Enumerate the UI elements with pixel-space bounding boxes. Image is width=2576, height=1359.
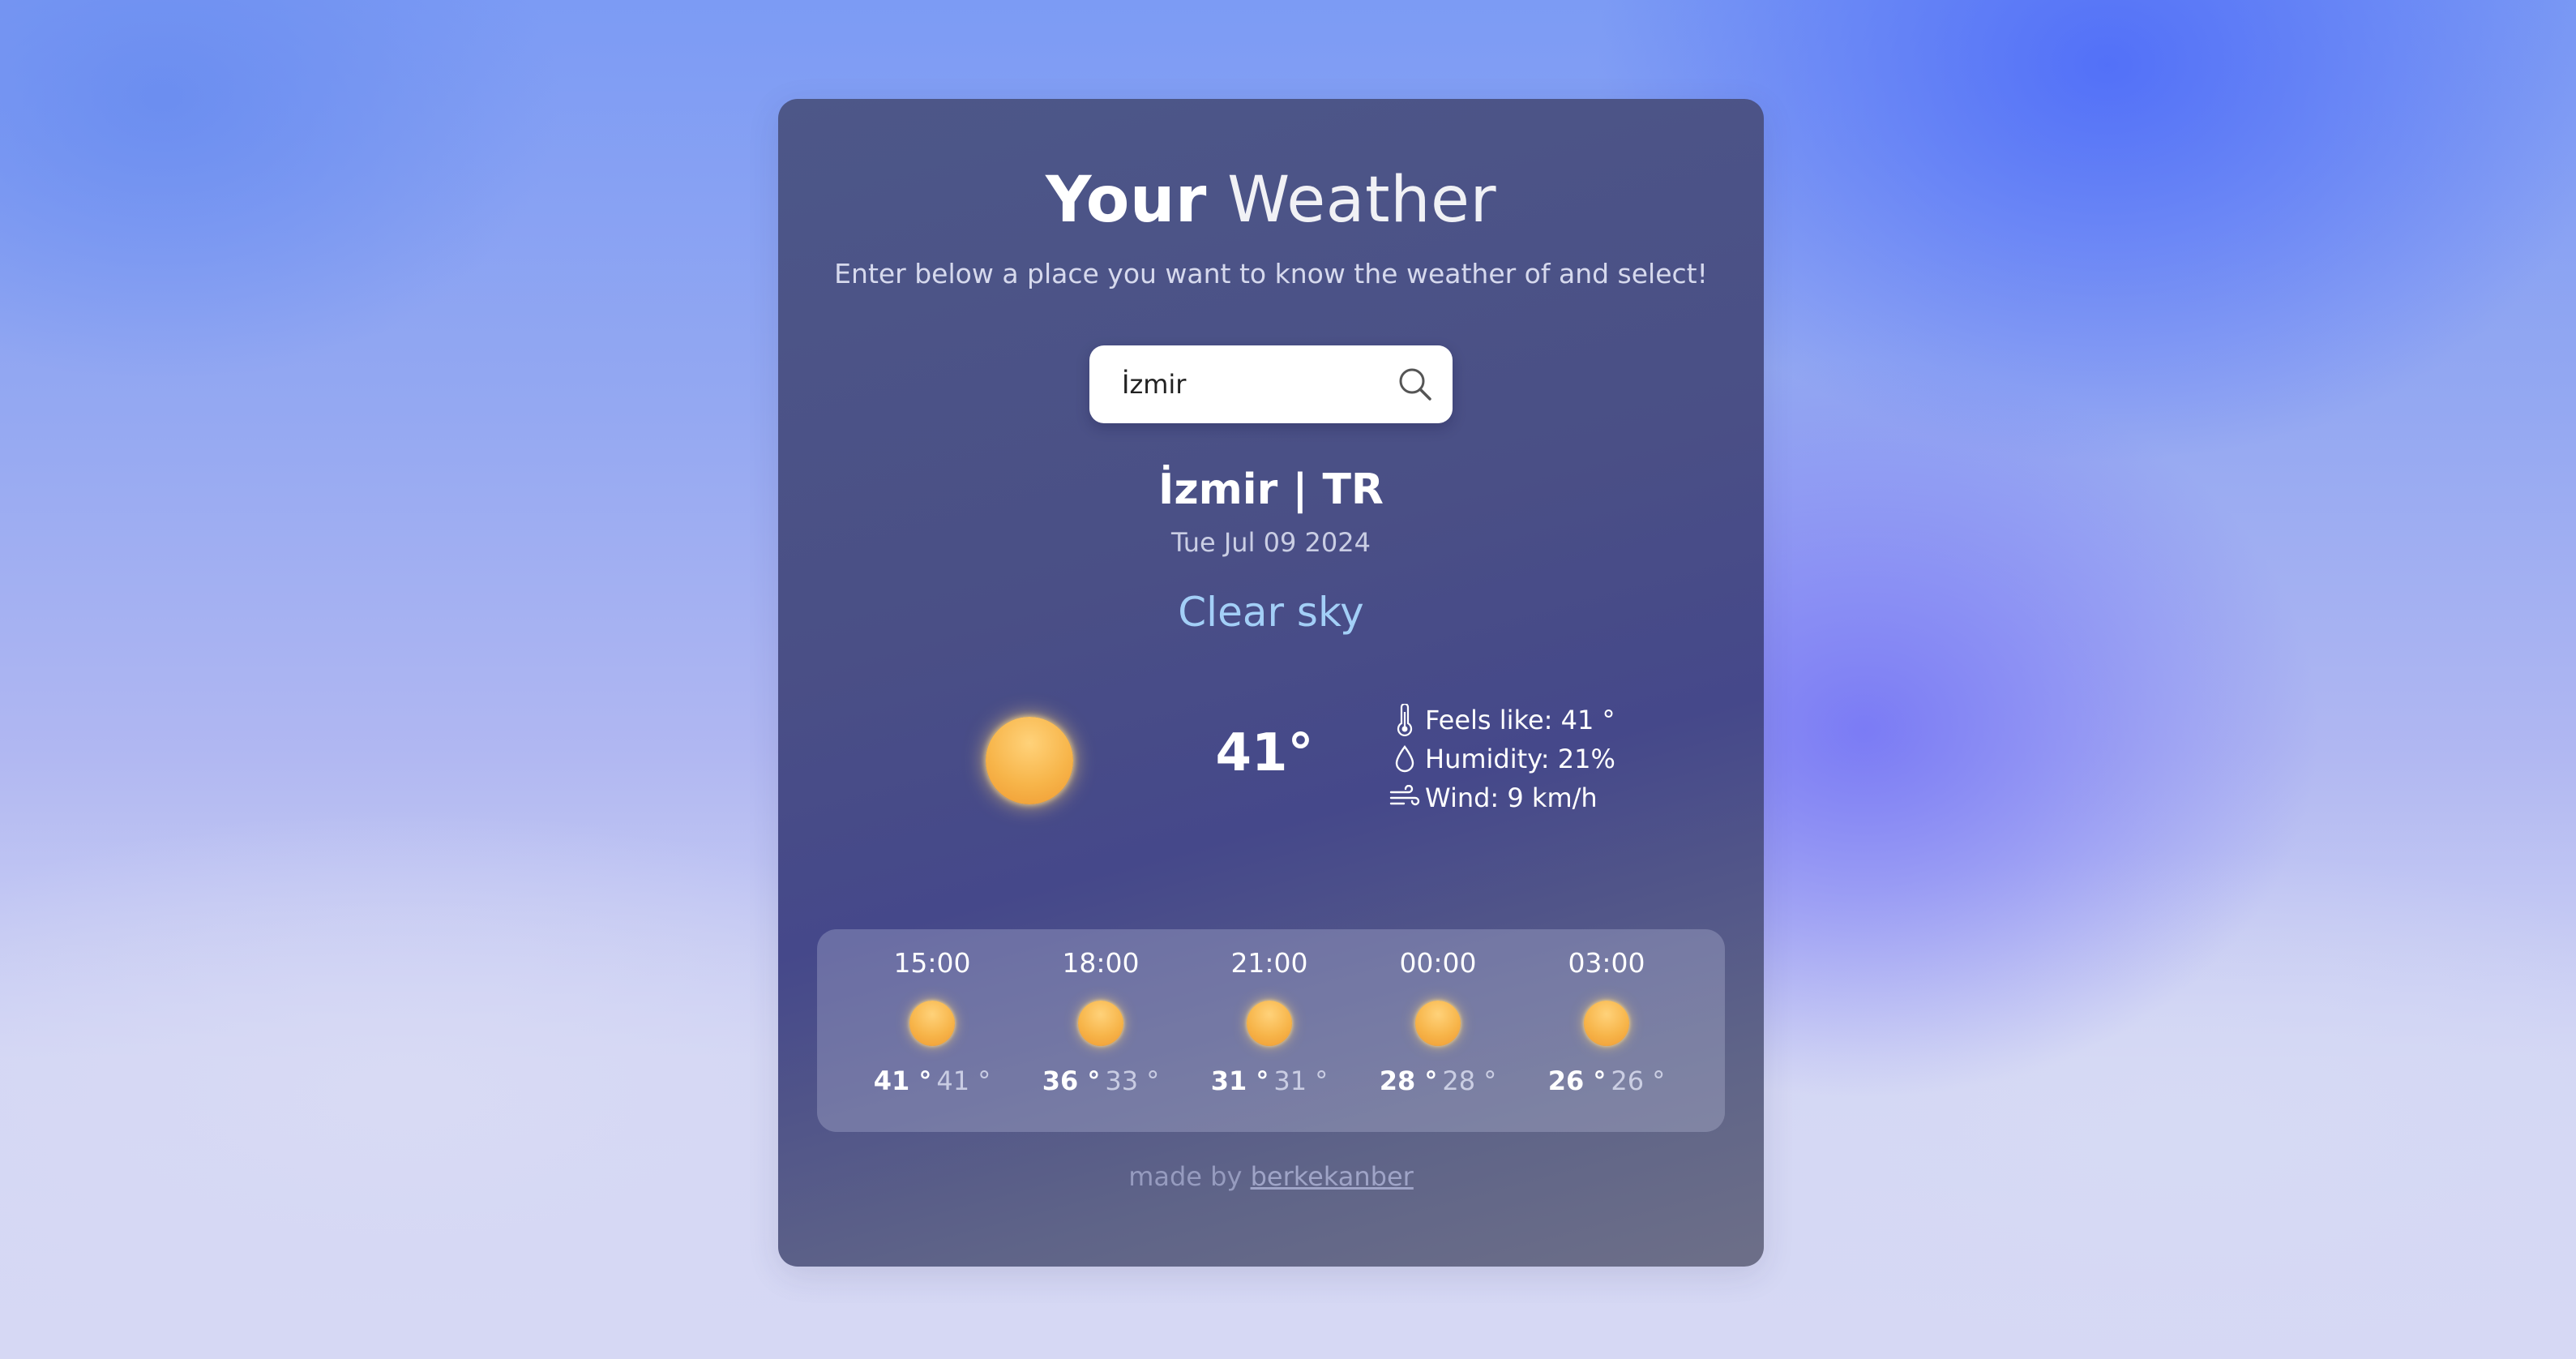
location-title: İzmir | TR bbox=[1158, 465, 1384, 514]
page-subtitle: Enter below a place you want to know the… bbox=[834, 258, 1708, 289]
forecast-item: 18:00 36 ° 33 ° bbox=[1020, 929, 1182, 1132]
forecast-max: 28 ° bbox=[1379, 1065, 1438, 1096]
feels-like-row: Feels like: 41 ° bbox=[1389, 701, 1615, 740]
sun-icon bbox=[1415, 1001, 1461, 1046]
forecast-temps: 41 ° 41 ° bbox=[851, 1065, 1013, 1096]
forecast-min: 28 ° bbox=[1442, 1065, 1497, 1096]
forecast-max: 41 ° bbox=[873, 1065, 932, 1096]
forecast-temps: 36 ° 33 ° bbox=[1020, 1065, 1182, 1096]
forecast-min: 33 ° bbox=[1105, 1065, 1160, 1096]
sun-icon bbox=[1584, 1001, 1629, 1046]
sun-icon bbox=[909, 1001, 955, 1046]
search-button[interactable] bbox=[1396, 365, 1435, 404]
forecast-max: 36 ° bbox=[1042, 1065, 1101, 1096]
current-temperature: 41° bbox=[1215, 723, 1314, 783]
forecast-min: 26 ° bbox=[1611, 1065, 1666, 1096]
forecast-time: 00:00 bbox=[1399, 947, 1477, 979]
footer-prefix: made by bbox=[1128, 1161, 1243, 1192]
footer-credit: made by berkekanber bbox=[778, 1161, 1764, 1192]
droplet-icon bbox=[1389, 743, 1420, 775]
weather-condition: Clear sky bbox=[1178, 589, 1364, 636]
forecast-item: 00:00 28 ° 28 ° bbox=[1357, 929, 1519, 1132]
forecast-time: 18:00 bbox=[1062, 947, 1140, 979]
sun-icon bbox=[1247, 1001, 1292, 1046]
forecast-temps: 28 ° 28 ° bbox=[1357, 1065, 1519, 1096]
wind-text: Wind: 9 km/h bbox=[1425, 782, 1598, 813]
forecast-time: 15:00 bbox=[893, 947, 971, 979]
forecast-max: 31 ° bbox=[1210, 1065, 1269, 1096]
current-date: Tue Jul 09 2024 bbox=[1171, 527, 1371, 558]
hourly-forecast: 15:00 41 ° 41 ° 18:00 36 ° 33 ° 21:00 31 °… bbox=[817, 929, 1725, 1132]
forecast-max: 26 ° bbox=[1547, 1065, 1607, 1096]
author-link[interactable]: berkekanber bbox=[1251, 1161, 1414, 1192]
search-icon bbox=[1399, 368, 1431, 401]
forecast-temps: 26 ° 26 ° bbox=[1525, 1065, 1688, 1096]
forecast-min: 41 ° bbox=[936, 1065, 991, 1096]
feels-like-text: Feels like: 41 ° bbox=[1425, 705, 1615, 735]
sun-icon bbox=[986, 717, 1073, 804]
weather-card: Your Weather Enter below a place you wan… bbox=[778, 99, 1764, 1267]
sun-icon bbox=[1078, 1001, 1123, 1046]
forecast-item: 15:00 41 ° 41 ° bbox=[851, 929, 1013, 1132]
humidity-row: Humidity: 21% bbox=[1389, 740, 1615, 778]
search-input[interactable] bbox=[1122, 360, 1381, 409]
forecast-temps: 31 ° 31 ° bbox=[1188, 1065, 1350, 1096]
forecast-item: 03:00 26 ° 26 ° bbox=[1525, 929, 1688, 1132]
title-light: Weather bbox=[1227, 164, 1497, 237]
humidity-text: Humidity: 21% bbox=[1425, 744, 1615, 774]
forecast-min: 31 ° bbox=[1273, 1065, 1329, 1096]
title-bold: Your bbox=[1045, 164, 1207, 237]
weather-details: Feels like: 41 ° Humidity: 21% Wind: 9 k… bbox=[1389, 701, 1615, 817]
thermometer-icon bbox=[1389, 704, 1420, 736]
wind-row: Wind: 9 km/h bbox=[1389, 778, 1615, 817]
wind-icon bbox=[1389, 782, 1420, 814]
forecast-time: 21:00 bbox=[1230, 947, 1308, 979]
page-title: Your Weather bbox=[778, 169, 1764, 232]
forecast-item: 21:00 31 ° 31 ° bbox=[1188, 929, 1350, 1132]
search-box bbox=[1089, 345, 1453, 423]
forecast-time: 03:00 bbox=[1568, 947, 1645, 979]
